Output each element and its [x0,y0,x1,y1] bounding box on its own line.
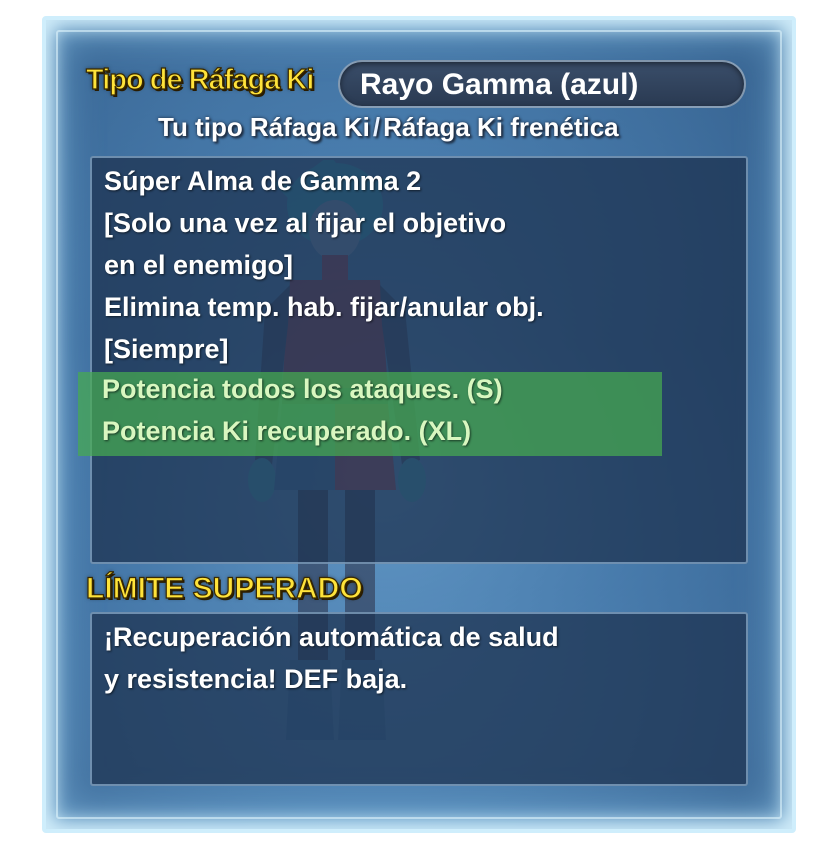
subtitle-own-type: Tu tipo Ráfaga Ki [158,112,370,142]
highlighted-effect-line: Potencia Ki recuperado. (XL) [102,416,472,446]
ki-blast-type-value: Rayo Gamma (azul) [360,68,639,101]
description-line: [Solo una vez al fijar el objetivo [104,208,507,238]
description-box: Súper Alma de Gamma 2 [Solo una vez al f… [90,156,748,564]
description-line: [Siempre] [104,334,229,364]
description-line: Elimina temp. hab. fijar/anular obj. [104,292,544,322]
ki-blast-subtitle: Tu tipo Ráfaga Ki / Ráfaga Ki frenética [158,112,619,143]
description-line: Súper Alma de Gamma 2 [104,166,422,196]
limit-description-line: y resistencia! DEF baja. [104,664,408,694]
description-line: en el enemigo] [104,250,294,280]
limit-description-box: ¡Recuperación automática de salud y resi… [90,612,748,786]
highlighted-effects: Potencia todos los ataques. (S) Potencia… [78,372,662,456]
subtitle-frenzy-type: Ráfaga Ki frenética [383,112,619,142]
subtitle-separator: / [372,112,381,142]
ki-blast-type-label: Tipo de Ráfaga Ki [85,63,315,96]
limit-heading: LÍMITE SUPERADO [85,571,363,605]
limit-description-line: ¡Recuperación automática de salud [104,622,559,652]
highlighted-effect-line: Potencia todos los ataques. (S) [102,374,503,404]
ki-blast-type-value-box: Rayo Gamma (azul) [338,60,746,108]
